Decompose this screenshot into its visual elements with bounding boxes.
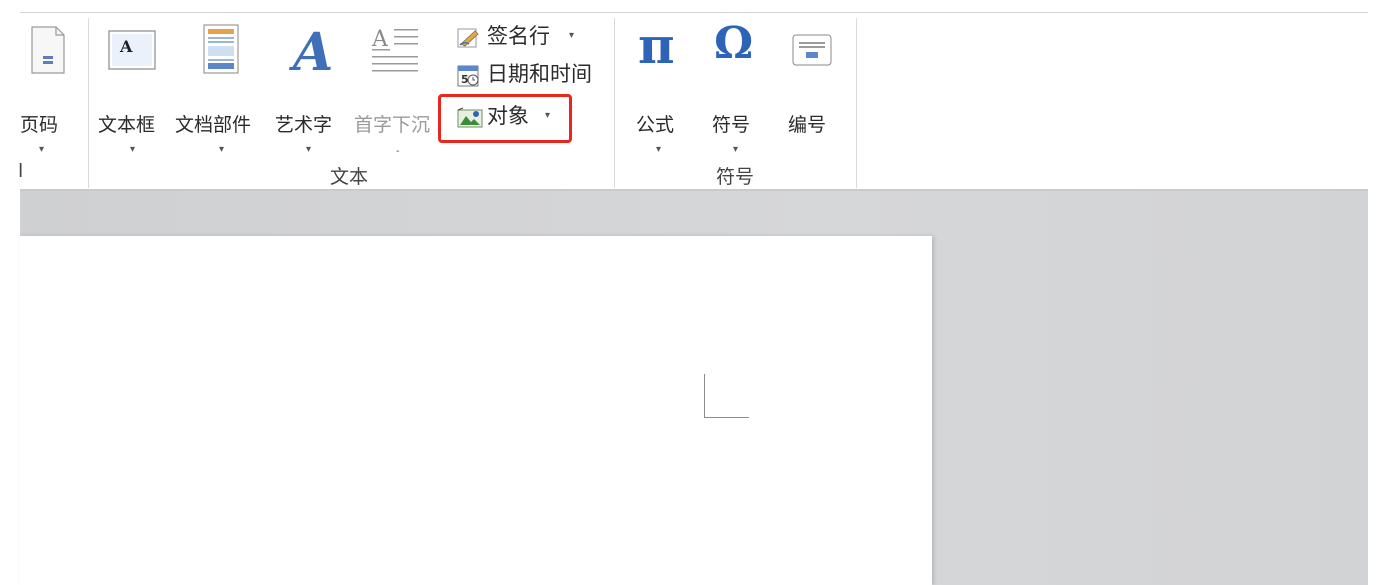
- text-box-button[interactable]: A 文本框 ▾: [98, 20, 172, 155]
- svg-text:5: 5: [461, 73, 469, 86]
- text-box-icon: A: [108, 30, 156, 70]
- quick-parts-caret[interactable]: ▾: [219, 144, 224, 155]
- equation-label: 公式: [636, 114, 675, 136]
- numbering-label: 编号: [788, 114, 827, 136]
- page-group-label: l: [18, 160, 24, 182]
- group-separator: [88, 18, 89, 188]
- page-number-icon: [31, 26, 65, 74]
- quick-parts-icon: [203, 24, 239, 74]
- wordart-icon: A: [289, 22, 333, 76]
- signature-line-label: 签名行: [487, 24, 550, 48]
- pi-icon: π: [638, 16, 675, 75]
- ribbon-top-border: [20, 12, 1368, 13]
- text-box-label: 文本框: [98, 114, 156, 136]
- wordart-button[interactable]: A 艺术字 ▾: [275, 20, 347, 155]
- quick-parts-label: 文档部件: [175, 114, 252, 136]
- numbering-icon: [792, 34, 832, 66]
- text-box-caret[interactable]: ▾: [130, 144, 135, 155]
- signature-line-icon: [457, 28, 479, 48]
- group-separator: [614, 18, 615, 188]
- calendar-clock-icon: 5: [457, 65, 479, 87]
- date-time-button[interactable]: 5 日期和时间: [455, 62, 605, 90]
- margin-corner-mark: [704, 374, 705, 418]
- document-page[interactable]: [20, 236, 932, 585]
- drop-cap-caret: -: [396, 146, 400, 157]
- svg-text:A: A: [119, 37, 133, 56]
- equation-caret[interactable]: ▾: [656, 144, 661, 155]
- symbol-button[interactable]: Ω 符号 ▾: [704, 18, 770, 155]
- object-highlight-box: [438, 94, 572, 143]
- svg-text:A: A: [289, 22, 333, 76]
- drop-cap-label: 首字下沉: [354, 114, 431, 136]
- svg-text:A: A: [371, 27, 389, 52]
- quick-parts-button[interactable]: 文档部件 ▾: [175, 20, 271, 155]
- wordart-label: 艺术字: [275, 114, 333, 136]
- drop-cap-icon: A: [371, 27, 418, 72]
- wordart-caret[interactable]: ▾: [306, 144, 311, 155]
- drop-cap-button[interactable]: A 首字下沉 -: [352, 20, 438, 157]
- text-group-label: 文本: [330, 166, 369, 188]
- symbols-group-label: 符号: [716, 166, 755, 188]
- symbol-caret[interactable]: ▾: [733, 144, 738, 155]
- margin-corner-mark: [704, 417, 749, 418]
- equation-button[interactable]: π 公式 ▾: [630, 16, 692, 155]
- group-separator: [856, 18, 857, 188]
- page-number-button[interactable]: 页码 ▾: [20, 20, 70, 155]
- signature-line-caret[interactable]: ▾: [569, 30, 574, 41]
- omega-icon: Ω: [714, 18, 754, 69]
- numbering-button[interactable]: 编号: [778, 20, 844, 150]
- page-number-caret[interactable]: ▾: [39, 144, 44, 155]
- signature-line-button[interactable]: 签名行 ▾: [455, 24, 585, 52]
- page-number-label: 页码: [20, 114, 59, 136]
- symbol-label: 符号: [712, 114, 751, 136]
- date-time-label: 日期和时间: [487, 62, 592, 86]
